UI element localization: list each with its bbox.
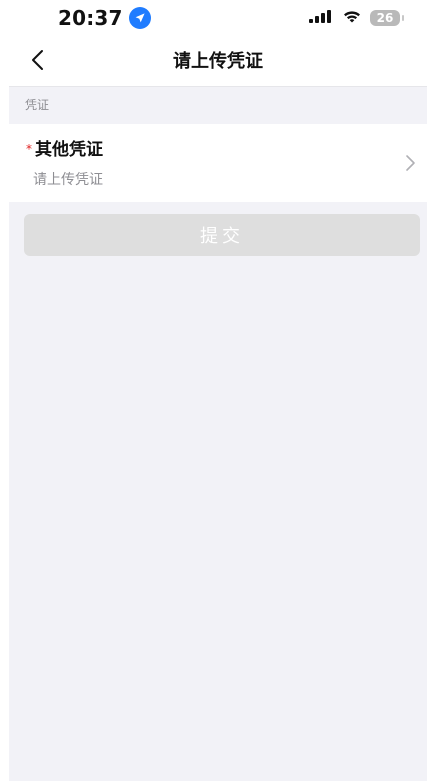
wifi-icon <box>342 9 362 28</box>
submit-button-label: 提交 <box>200 226 244 247</box>
other-proof-row[interactable]: * 其他凭证 请上传凭证 <box>9 124 427 202</box>
page-title: 请上传凭证 <box>173 51 263 72</box>
status-time: 20:37 <box>58 6 123 30</box>
location-icon <box>128 7 151 29</box>
section-header-label: 凭证 <box>25 98 50 112</box>
nav-bar: 请上传凭证 <box>9 38 427 87</box>
status-icons: 26 <box>308 7 404 29</box>
section-header: 凭证 <box>9 87 427 124</box>
required-asterisk: * <box>26 142 32 156</box>
battery-level: 26 <box>376 11 394 25</box>
chevron-right-icon <box>403 154 417 172</box>
status-time-group: 20:37 <box>58 5 151 31</box>
upload-proof-placeholder: 请上传凭证 <box>33 172 103 188</box>
status-bar: 20:37 26 <box>0 0 436 38</box>
submit-button[interactable]: 提交 <box>24 214 420 256</box>
battery-icon: 26 <box>370 10 404 26</box>
cellular-icon <box>308 9 334 28</box>
screen: 20:37 26 请上传凭证 凭证 * 其他凭证 请上传凭证 提交 <box>0 0 436 781</box>
other-proof-label: 其他凭证 <box>35 140 103 160</box>
